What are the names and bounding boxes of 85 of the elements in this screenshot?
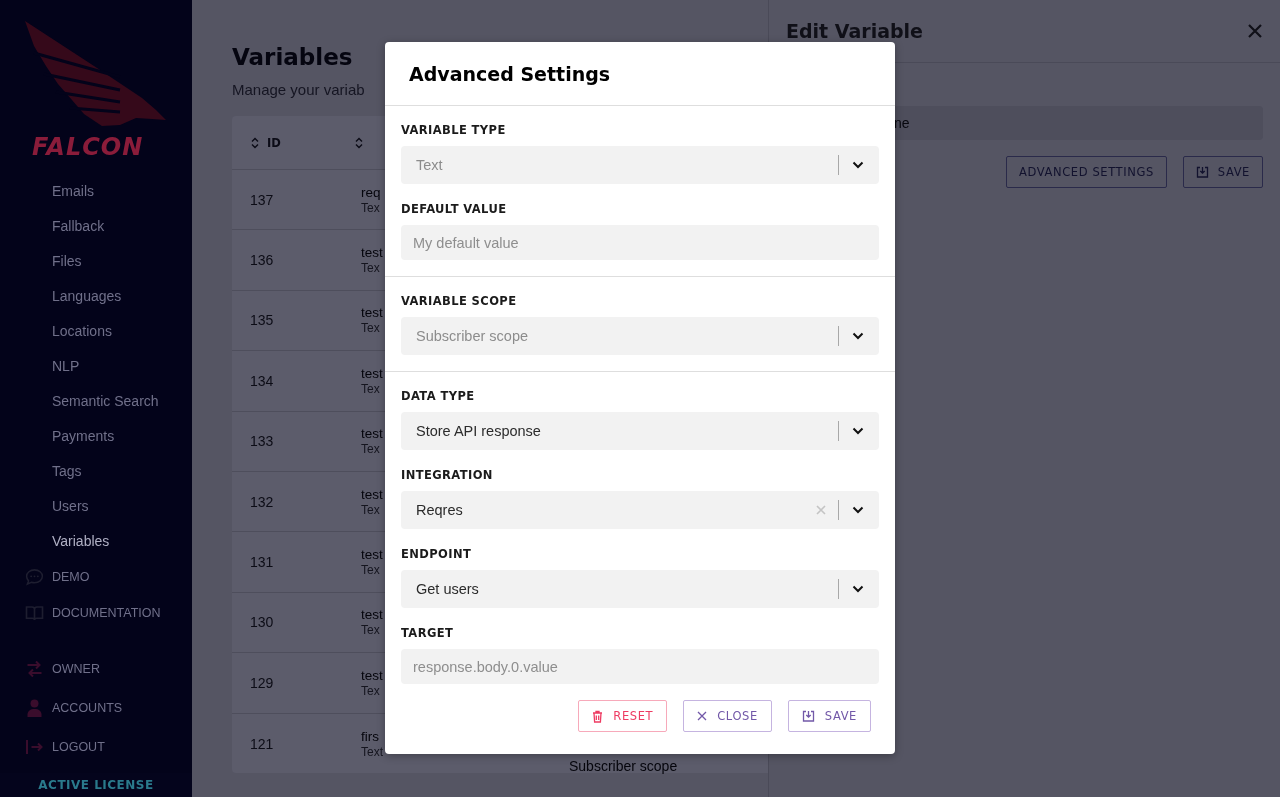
sidebar-link[interactable]: DEMO <box>52 570 90 584</box>
swap-arrows-icon <box>25 659 44 678</box>
id-cell-text: 134 <box>249 372 275 389</box>
variable-name: test <box>361 365 383 382</box>
sidebar-item[interactable]: Semantic Search <box>52 384 192 419</box>
sidebar-item[interactable]: Users <box>52 489 192 524</box>
close-icon <box>697 711 708 721</box>
variable-name: test <box>361 426 383 443</box>
reset-button[interactable]: RESET <box>578 700 668 732</box>
sidebar-link[interactable]: OWNER <box>52 661 100 676</box>
dialog-title: Advanced Settings <box>409 62 611 85</box>
page-title: Variables <box>232 43 353 72</box>
page-subtitle: Manage your variab <box>232 80 365 100</box>
sort-icon[interactable] <box>251 136 259 149</box>
variable-name: test <box>361 486 383 503</box>
id-cell-text: 136 <box>249 252 275 269</box>
id-cell-text: 137 <box>249 191 275 208</box>
field-label: TARGET <box>401 625 455 641</box>
sort-icon[interactable] <box>355 136 363 149</box>
settings-button[interactable]: ADVANCED SETTINGS <box>1006 156 1167 188</box>
variable-type: Tex <box>361 623 380 638</box>
field-label: ENDPOINT <box>401 546 473 562</box>
id-cell-text: 121 <box>249 735 275 752</box>
variable-type: Tex <box>361 683 380 698</box>
variable-name: test <box>361 245 383 262</box>
chevron-down-icon[interactable] <box>852 506 864 514</box>
sidebar-link[interactable]: ACCOUNTS <box>52 700 123 715</box>
close-button[interactable] <box>1247 23 1263 39</box>
variable-name: test <box>361 305 383 322</box>
variable-name: test <box>361 607 383 624</box>
logo-wordmark: FALCON <box>32 134 144 160</box>
sidebar-item[interactable]: Locations <box>52 314 192 349</box>
sidebar-item[interactable]: Variables <box>52 524 192 559</box>
variable-type: Tex <box>361 563 380 578</box>
variable-type: Tex <box>361 200 380 215</box>
variable-name: test <box>361 667 383 684</box>
save-icon <box>801 710 815 722</box>
field-label: VARIABLE TYPE <box>401 122 507 138</box>
sidebar-item[interactable]: Files <box>52 244 192 279</box>
chevron-down-icon[interactable] <box>852 585 864 593</box>
scope-cell: Subscriber scope <box>569 757 678 774</box>
input-field[interactable]: My default value <box>401 225 879 260</box>
select-field[interactable]: Get users <box>401 570 879 608</box>
id-cell-text: 135 <box>249 312 275 329</box>
close-button[interactable]: CLOSE <box>683 700 772 732</box>
sidebar-item[interactable]: Tags <box>52 454 192 489</box>
select-field[interactable]: Store API response <box>401 412 879 450</box>
sidebar-item[interactable]: Languages <box>52 279 192 314</box>
sidebar-item[interactable]: Emails <box>52 174 192 209</box>
variable-type: Tex <box>361 261 380 276</box>
trash-icon <box>592 709 604 723</box>
select-field[interactable]: Reqres <box>401 491 879 529</box>
sidebar-item[interactable]: NLP <box>52 349 192 384</box>
column-header[interactable]: ID <box>267 135 281 150</box>
id-cell-text: 132 <box>249 493 275 510</box>
field-label: DATA TYPE <box>401 388 476 404</box>
variable-name: firs <box>361 728 379 745</box>
variable-type: Tex <box>361 321 380 336</box>
sidebar-link[interactable]: DOCUMENTATION <box>52 606 161 620</box>
book-icon <box>25 605 44 621</box>
variable-name: req <box>361 184 381 201</box>
field-label: DEFAULT VALUE <box>401 201 508 217</box>
sidebar-item[interactable]: Payments <box>52 419 192 454</box>
input-field[interactable]: response.body.0.value <box>401 649 879 684</box>
save-icon <box>1195 166 1209 178</box>
variable-type: Text <box>361 744 383 759</box>
save-button[interactable]: SAVE <box>1182 156 1263 188</box>
sidebar-item[interactable]: Fallback <box>52 209 192 244</box>
field-label: INTEGRATION <box>401 467 494 483</box>
variable-name: test <box>361 547 383 564</box>
logout-icon <box>25 738 44 755</box>
save-button[interactable]: SAVE <box>787 700 871 732</box>
variable-type: Tex <box>361 381 380 396</box>
id-cell-text: 131 <box>249 554 275 571</box>
field-label: VARIABLE SCOPE <box>401 293 518 309</box>
variable-type: Tex <box>361 502 380 517</box>
id-cell-text: 129 <box>249 674 275 691</box>
id-cell-text: 130 <box>249 614 275 631</box>
chat-icon <box>25 568 44 586</box>
variable-type: Tex <box>361 442 380 457</box>
sidebar-link[interactable]: LOGOUT <box>52 739 105 754</box>
drawer-title: Edit Variable <box>786 20 923 42</box>
chevron-down-icon[interactable] <box>852 427 864 435</box>
person-icon <box>25 698 44 717</box>
id-cell-text: 133 <box>249 433 275 450</box>
